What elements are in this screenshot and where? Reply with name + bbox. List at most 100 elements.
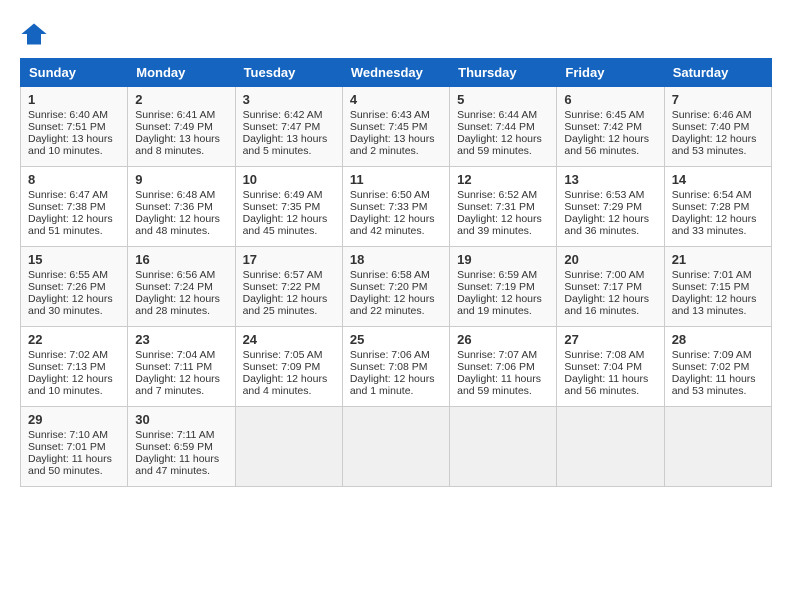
sunrise-label: Sunrise: 6:45 AM (564, 109, 644, 121)
sunrise-label: Sunrise: 7:08 AM (564, 349, 644, 361)
sunrise-label: Sunrise: 6:41 AM (135, 109, 215, 121)
weekday-header-thursday: Thursday (450, 59, 557, 87)
daylight-label: Daylight: 12 hours and 42 minutes. (350, 213, 435, 237)
calendar-cell (450, 407, 557, 487)
sunset-label: Sunset: 7:15 PM (672, 281, 750, 293)
daylight-label: Daylight: 12 hours and 36 minutes. (564, 213, 649, 237)
daylight-label: Daylight: 12 hours and 4 minutes. (243, 373, 328, 397)
calendar-cell: 4 Sunrise: 6:43 AM Sunset: 7:45 PM Dayli… (342, 87, 449, 167)
sunset-label: Sunset: 7:28 PM (672, 201, 750, 213)
sunset-label: Sunset: 7:24 PM (135, 281, 213, 293)
sunset-label: Sunset: 7:02 PM (672, 361, 750, 373)
calendar-cell: 2 Sunrise: 6:41 AM Sunset: 7:49 PM Dayli… (128, 87, 235, 167)
sunrise-label: Sunrise: 6:59 AM (457, 269, 537, 281)
sunrise-label: Sunrise: 6:48 AM (135, 189, 215, 201)
day-number: 9 (135, 172, 227, 187)
sunrise-label: Sunrise: 6:55 AM (28, 269, 108, 281)
day-number: 5 (457, 92, 549, 107)
day-number: 20 (564, 252, 656, 267)
calendar-cell: 9 Sunrise: 6:48 AM Sunset: 7:36 PM Dayli… (128, 167, 235, 247)
sunrise-label: Sunrise: 7:04 AM (135, 349, 215, 361)
sunset-label: Sunset: 7:33 PM (350, 201, 428, 213)
sunset-label: Sunset: 7:08 PM (350, 361, 428, 373)
sunset-label: Sunset: 6:59 PM (135, 441, 213, 453)
calendar-cell: 5 Sunrise: 6:44 AM Sunset: 7:44 PM Dayli… (450, 87, 557, 167)
day-number: 13 (564, 172, 656, 187)
sunset-label: Sunset: 7:19 PM (457, 281, 535, 293)
sunset-label: Sunset: 7:51 PM (28, 121, 106, 133)
calendar-week-row: 8 Sunrise: 6:47 AM Sunset: 7:38 PM Dayli… (21, 167, 772, 247)
calendar-cell: 7 Sunrise: 6:46 AM Sunset: 7:40 PM Dayli… (664, 87, 771, 167)
sunrise-label: Sunrise: 6:42 AM (243, 109, 323, 121)
sunrise-label: Sunrise: 6:56 AM (135, 269, 215, 281)
daylight-label: Daylight: 13 hours and 8 minutes. (135, 133, 220, 157)
calendar-cell: 26 Sunrise: 7:07 AM Sunset: 7:06 PM Dayl… (450, 327, 557, 407)
day-number: 24 (243, 332, 335, 347)
day-number: 17 (243, 252, 335, 267)
weekday-header-friday: Friday (557, 59, 664, 87)
day-number: 26 (457, 332, 549, 347)
logo (20, 20, 52, 48)
daylight-label: Daylight: 12 hours and 53 minutes. (672, 133, 757, 157)
sunset-label: Sunset: 7:04 PM (564, 361, 642, 373)
header (20, 20, 772, 48)
daylight-label: Daylight: 12 hours and 19 minutes. (457, 293, 542, 317)
daylight-label: Daylight: 13 hours and 5 minutes. (243, 133, 328, 157)
sunset-label: Sunset: 7:01 PM (28, 441, 106, 453)
sunrise-label: Sunrise: 6:46 AM (672, 109, 752, 121)
sunset-label: Sunset: 7:38 PM (28, 201, 106, 213)
sunset-label: Sunset: 7:36 PM (135, 201, 213, 213)
sunrise-label: Sunrise: 6:52 AM (457, 189, 537, 201)
day-number: 6 (564, 92, 656, 107)
calendar-cell: 13 Sunrise: 6:53 AM Sunset: 7:29 PM Dayl… (557, 167, 664, 247)
day-number: 30 (135, 412, 227, 427)
day-number: 12 (457, 172, 549, 187)
calendar-cell: 30 Sunrise: 7:11 AM Sunset: 6:59 PM Dayl… (128, 407, 235, 487)
sunrise-label: Sunrise: 7:09 AM (672, 349, 752, 361)
sunset-label: Sunset: 7:13 PM (28, 361, 106, 373)
daylight-label: Daylight: 12 hours and 1 minute. (350, 373, 435, 397)
weekday-header-saturday: Saturday (664, 59, 771, 87)
weekday-header-wednesday: Wednesday (342, 59, 449, 87)
calendar-cell: 3 Sunrise: 6:42 AM Sunset: 7:47 PM Dayli… (235, 87, 342, 167)
calendar-cell: 20 Sunrise: 7:00 AM Sunset: 7:17 PM Dayl… (557, 247, 664, 327)
daylight-label: Daylight: 11 hours and 50 minutes. (28, 453, 112, 477)
sunrise-label: Sunrise: 7:01 AM (672, 269, 752, 281)
sunrise-label: Sunrise: 6:40 AM (28, 109, 108, 121)
calendar-cell: 12 Sunrise: 6:52 AM Sunset: 7:31 PM Dayl… (450, 167, 557, 247)
calendar-cell: 1 Sunrise: 6:40 AM Sunset: 7:51 PM Dayli… (21, 87, 128, 167)
weekday-header-monday: Monday (128, 59, 235, 87)
daylight-label: Daylight: 12 hours and 48 minutes. (135, 213, 220, 237)
calendar-cell: 16 Sunrise: 6:56 AM Sunset: 7:24 PM Dayl… (128, 247, 235, 327)
day-number: 22 (28, 332, 120, 347)
sunset-label: Sunset: 7:42 PM (564, 121, 642, 133)
daylight-label: Daylight: 12 hours and 30 minutes. (28, 293, 113, 317)
calendar-cell (664, 407, 771, 487)
calendar-cell: 27 Sunrise: 7:08 AM Sunset: 7:04 PM Dayl… (557, 327, 664, 407)
sunset-label: Sunset: 7:31 PM (457, 201, 535, 213)
calendar-cell: 18 Sunrise: 6:58 AM Sunset: 7:20 PM Dayl… (342, 247, 449, 327)
sunrise-label: Sunrise: 6:47 AM (28, 189, 108, 201)
day-number: 2 (135, 92, 227, 107)
daylight-label: Daylight: 11 hours and 59 minutes. (457, 373, 541, 397)
sunrise-label: Sunrise: 6:53 AM (564, 189, 644, 201)
day-number: 10 (243, 172, 335, 187)
weekday-header-tuesday: Tuesday (235, 59, 342, 87)
calendar-cell: 25 Sunrise: 7:06 AM Sunset: 7:08 PM Dayl… (342, 327, 449, 407)
day-number: 7 (672, 92, 764, 107)
daylight-label: Daylight: 13 hours and 2 minutes. (350, 133, 435, 157)
day-number: 21 (672, 252, 764, 267)
day-number: 1 (28, 92, 120, 107)
day-number: 11 (350, 172, 442, 187)
sunrise-label: Sunrise: 7:07 AM (457, 349, 537, 361)
day-number: 15 (28, 252, 120, 267)
calendar-cell: 22 Sunrise: 7:02 AM Sunset: 7:13 PM Dayl… (21, 327, 128, 407)
day-number: 4 (350, 92, 442, 107)
day-number: 14 (672, 172, 764, 187)
calendar-week-row: 15 Sunrise: 6:55 AM Sunset: 7:26 PM Dayl… (21, 247, 772, 327)
day-number: 19 (457, 252, 549, 267)
sunset-label: Sunset: 7:22 PM (243, 281, 321, 293)
day-number: 25 (350, 332, 442, 347)
sunrise-label: Sunrise: 7:11 AM (135, 429, 214, 441)
sunset-label: Sunset: 7:26 PM (28, 281, 106, 293)
